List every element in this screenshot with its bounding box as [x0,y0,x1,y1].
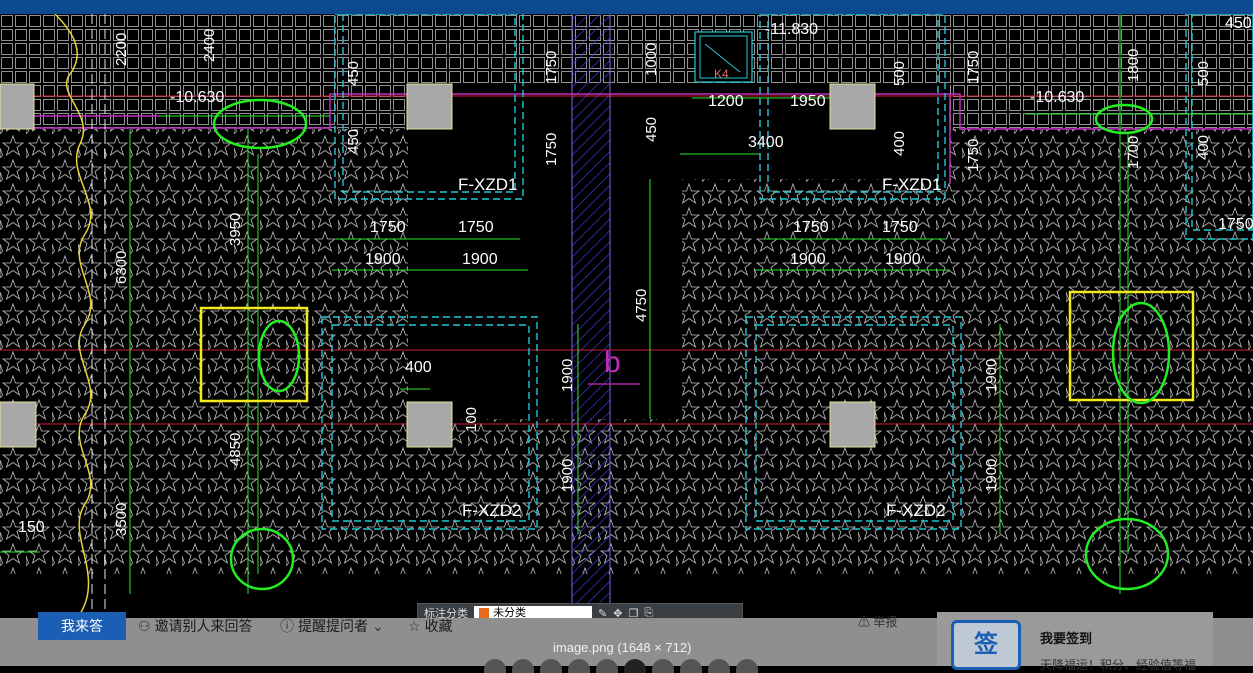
dimension-text: 1000 [643,43,660,76]
dimension-text: 1750 [458,219,494,236]
thumbnail-active[interactable] [624,659,646,673]
signin-subtitle: 天降福运！积分、经验值等福 [1040,658,1197,672]
foundation-label: F-XZD1 [882,175,942,194]
dimension-text: 1900 [790,251,826,268]
dimension-text: 1750 [882,219,918,236]
dimension-text: 3950 [227,213,244,246]
column [0,401,37,448]
thumbnail[interactable] [568,659,590,673]
dimension-text: 2200 [113,33,130,66]
dimension-text: 1900 [559,459,576,492]
dimension-text: 150 [18,519,45,536]
chevron-down-icon: ⌄ [372,617,384,634]
dimension-text: 1200 [708,93,744,110]
cad-drawing: K4 -10.630 -11.830 -10.630 F-XZD1 F-XZD1… [0,14,1253,618]
dimension-text: 450 [1225,15,1252,32]
dimension-text: 1750 [1218,216,1253,233]
dimension-text: 1700 [1125,136,1142,169]
elevation-label: -10.630 [1030,89,1084,106]
thumbnail[interactable] [736,659,758,673]
thumbnail[interactable] [540,659,562,673]
info-icon: ⓘ [280,618,294,634]
thumbnail[interactable] [708,659,730,673]
dimension-text: 4850 [227,433,244,466]
dimension-text: 1800 [1125,49,1142,82]
dimension-text: 1750 [965,51,982,84]
star-icon: ☆ [408,617,421,634]
dimension-text: 450 [345,61,362,86]
foundation-label: F-XZD2 [462,501,522,520]
dimension-text: 100 [463,407,480,432]
column [406,401,453,448]
dimension-text: 450 [643,117,660,142]
dimension-text: 1750 [370,219,406,236]
dimension-text: 1900 [365,251,401,268]
dimension-text: 1750 [543,51,560,84]
dimension-text: 6300 [113,251,130,284]
thumbnail[interactable] [484,659,506,673]
dimension-text: 400 [1195,135,1212,160]
thumbnail[interactable] [652,659,674,673]
elevation-label: -10.630 [170,89,224,106]
remind-link[interactable]: ⓘ 提醒提问者 ⌄ [280,616,384,636]
dimension-text: 450 [345,129,362,154]
column [0,83,35,130]
dimension-text: 1750 [965,139,982,172]
answer-button[interactable]: 我来答 [38,612,126,640]
axis-label: b [604,346,621,379]
invite-link[interactable]: ⚇ 邀请别人来回答 [138,616,253,636]
dimension-text: 1750 [543,133,560,166]
dimension-text: 400 [891,131,908,156]
report-link[interactable]: ⚠ 举报 [858,613,897,630]
dimension-text: 1900 [559,359,576,392]
thumbnail[interactable] [512,659,534,673]
image-caption: image.png (1648 × 712) [553,640,692,655]
dimension-text: 1750 [793,219,829,236]
column [829,83,876,130]
dimension-text: 1900 [983,359,1000,392]
dimension-text: 1900 [983,459,1000,492]
dimension-text: 400 [405,359,432,376]
foundation-label: F-XZD1 [458,175,518,194]
window-title-bar [0,0,1253,14]
thumbnail[interactable] [596,659,618,673]
thumbnail[interactable] [680,659,702,673]
dimension-text: 500 [1195,61,1212,86]
dimension-text: 1900 [885,251,921,268]
thumbnail-strip [484,659,758,673]
dimension-text: 1900 [462,251,498,268]
warning-icon: ⚠ [858,615,871,629]
elevation-label: -11.830 [765,21,818,38]
column [406,83,453,130]
signin-title[interactable]: 我要签到 [1040,628,1092,647]
dimension-text: 500 [891,61,908,86]
dimension-text: 3500 [113,503,130,536]
foundation-label: F-XZD2 [886,501,946,520]
dimension-text: 3400 [748,134,784,151]
window-tag: K4 [714,67,729,81]
dimension-text: 2400 [201,29,218,62]
dimension-text: 4750 [633,289,650,322]
calendar-icon[interactable]: 签 [951,620,1021,670]
dimension-text: 1950 [790,93,826,110]
column [829,401,876,448]
collect-link[interactable]: ☆ 收藏 [408,616,453,636]
window-symbol: K4 [694,31,753,83]
user-icon: ⚇ [138,617,151,634]
